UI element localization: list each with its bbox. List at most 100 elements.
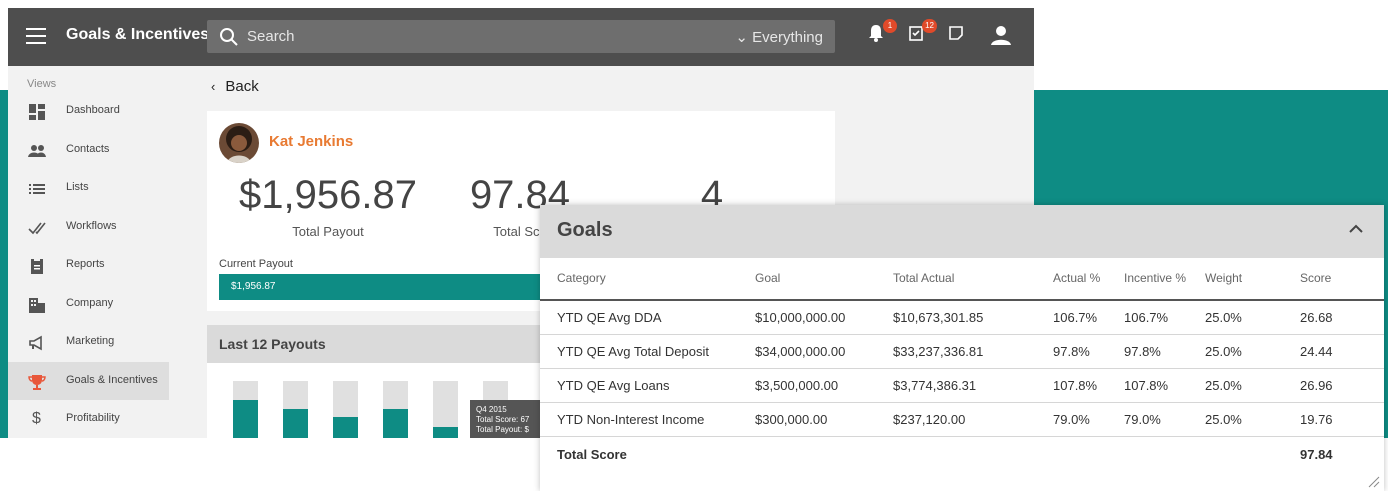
sidebar-item-dashboard[interactable]: Dashboard xyxy=(8,92,169,130)
contacts-icon xyxy=(28,145,46,157)
trophy-icon xyxy=(28,375,46,390)
cell-weight: 25.0% xyxy=(1205,310,1242,325)
cell-score: 24.44 xyxy=(1300,344,1333,359)
cell-goal: $300,000.00 xyxy=(755,412,828,427)
sidebar-item-contacts[interactable]: Contacts xyxy=(8,131,169,169)
column-header-category: Category xyxy=(557,271,606,285)
notifications-button[interactable]: 1 xyxy=(868,19,897,48)
payout-bar-fill xyxy=(433,426,458,438)
workflows-icon xyxy=(28,222,46,235)
sidebar-item-label: Goals & Incentives xyxy=(66,374,158,386)
column-header-weight: Weight xyxy=(1205,271,1243,285)
cell-total-actual: $237,120.00 xyxy=(893,412,966,427)
cell-incentive-pct: 79.0% xyxy=(1124,412,1161,427)
chevron-down-icon: ⌄ xyxy=(735,29,748,46)
total-score-label: Total Score xyxy=(557,447,627,462)
note-icon xyxy=(949,26,963,40)
search-input[interactable] xyxy=(247,20,697,53)
search-bar[interactable]: ⌄ Everything xyxy=(207,20,835,53)
person-name[interactable]: Kat Jenkins xyxy=(269,133,353,150)
sidebar-item-label: Workflows xyxy=(66,220,117,232)
table-row: YTD Non-Interest Income $300,000.00 $237… xyxy=(540,403,1384,437)
total-score-row: Total Score 97.84 xyxy=(540,438,1384,472)
sidebar-item-label: Lists xyxy=(66,181,89,193)
cell-actual-pct: 79.0% xyxy=(1053,412,1090,427)
dollar-icon: $ xyxy=(32,410,41,427)
search-scope-dropdown[interactable]: ⌄ Everything xyxy=(735,28,823,46)
chevron-left-icon: ‹ xyxy=(211,79,216,94)
cell-category: YTD QE Avg Loans xyxy=(557,378,670,393)
current-payout-label: Current Payout xyxy=(219,258,293,270)
cell-actual-pct: 107.8% xyxy=(1053,378,1098,393)
goals-panel: Goals Category Goal Total Actual Actual … xyxy=(540,205,1384,491)
search-icon xyxy=(220,28,238,46)
cell-weight: 25.0% xyxy=(1205,412,1242,427)
payout-bar[interactable] xyxy=(383,381,408,438)
cell-total-actual: $33,237,336.81 xyxy=(893,344,984,359)
payout-bar-fill xyxy=(283,408,308,438)
table-row: YTD QE Avg Loans $3,500,000.00 $3,774,38… xyxy=(540,369,1384,403)
payout-bar-fill xyxy=(333,417,358,438)
cell-goal: $34,000,000.00 xyxy=(755,344,846,359)
cell-total-actual: $3,774,386.31 xyxy=(893,378,977,393)
clipboard-icon xyxy=(31,258,43,274)
sidebar-item-goals-incentives[interactable]: Goals & Incentives xyxy=(8,362,169,400)
tooltip-payout: Total Payout: $ xyxy=(476,425,529,434)
dashboard-icon xyxy=(29,104,45,120)
cell-actual-pct: 97.8% xyxy=(1053,344,1090,359)
current-payout-value: $1,956.87 xyxy=(231,281,276,292)
sidebar-item-label: Contacts xyxy=(66,143,110,155)
top-bar: Goals & Incentives ⌄ Everything 1 12 xyxy=(8,8,1034,66)
column-header-score: Score xyxy=(1300,271,1332,285)
sidebar-item-label: Profitability xyxy=(66,412,120,424)
cell-total-actual: $10,673,301.85 xyxy=(893,310,984,325)
notes-button[interactable] xyxy=(948,24,970,48)
payout-bar[interactable] xyxy=(333,381,358,438)
tasks-button[interactable]: 12 xyxy=(908,19,937,48)
column-header-incentive-pct: Incentive % xyxy=(1124,271,1187,285)
back-label: Back xyxy=(225,78,259,95)
notifications-badge: 1 xyxy=(883,19,897,33)
table-row: YTD QE Avg DDA $10,000,000.00 $10,673,30… xyxy=(540,301,1384,335)
chevron-up-icon[interactable] xyxy=(1348,221,1364,237)
bell-icon xyxy=(869,25,883,42)
sidebar-item-workflows[interactable]: Workflows xyxy=(8,208,169,246)
payout-bar-fill xyxy=(233,400,258,438)
column-header-total-actual: Total Actual xyxy=(893,271,955,285)
payout-bar[interactable] xyxy=(233,381,258,438)
payout-bar[interactable] xyxy=(283,381,308,438)
list-icon xyxy=(29,184,45,194)
sidebar-item-lists[interactable]: Lists xyxy=(8,169,169,207)
search-scope-label: Everything xyxy=(752,29,823,46)
goals-header: Goals xyxy=(540,205,1384,258)
sidebar-item-label: Dashboard xyxy=(66,104,120,116)
goals-title: Goals xyxy=(557,219,613,241)
sidebar-item-marketing[interactable]: Marketing xyxy=(8,323,169,361)
last-payouts-title: Last 12 Payouts xyxy=(219,336,326,352)
megaphone-icon xyxy=(29,335,42,351)
payout-bar[interactable] xyxy=(433,381,458,438)
views-label: Views xyxy=(27,78,57,90)
cell-category: YTD QE Avg Total Deposit xyxy=(557,344,709,359)
payout-tooltip: Q4 2015 Total Score: 67 Total Payout: $ xyxy=(470,400,550,438)
account-button[interactable] xyxy=(990,24,1012,48)
column-header-actual-pct: Actual % xyxy=(1053,271,1101,285)
resize-handle-icon[interactable] xyxy=(1368,476,1380,488)
sidebar-item-profitability[interactable]: $ Profitability xyxy=(8,400,169,438)
tooltip-period: Q4 2015 xyxy=(476,405,507,414)
menu-icon[interactable] xyxy=(26,28,46,44)
column-header-goal: Goal xyxy=(755,271,781,285)
payout-bar-fill xyxy=(383,408,408,438)
sidebar-item-label: Company xyxy=(66,297,114,309)
cell-weight: 25.0% xyxy=(1205,378,1242,393)
sidebar-item-reports[interactable]: Reports xyxy=(8,246,169,284)
cell-category: YTD QE Avg DDA xyxy=(557,310,662,325)
cell-score: 26.68 xyxy=(1300,310,1333,325)
back-button[interactable]: ‹ Back xyxy=(211,78,259,95)
tasks-badge: 12 xyxy=(922,19,937,33)
cell-incentive-pct: 97.8% xyxy=(1124,344,1161,359)
sidebar-item-company[interactable]: Company xyxy=(8,285,169,323)
cell-category: YTD Non-Interest Income xyxy=(557,412,705,427)
avatar xyxy=(219,123,259,163)
sidebar-item-label: Marketing xyxy=(66,335,115,347)
